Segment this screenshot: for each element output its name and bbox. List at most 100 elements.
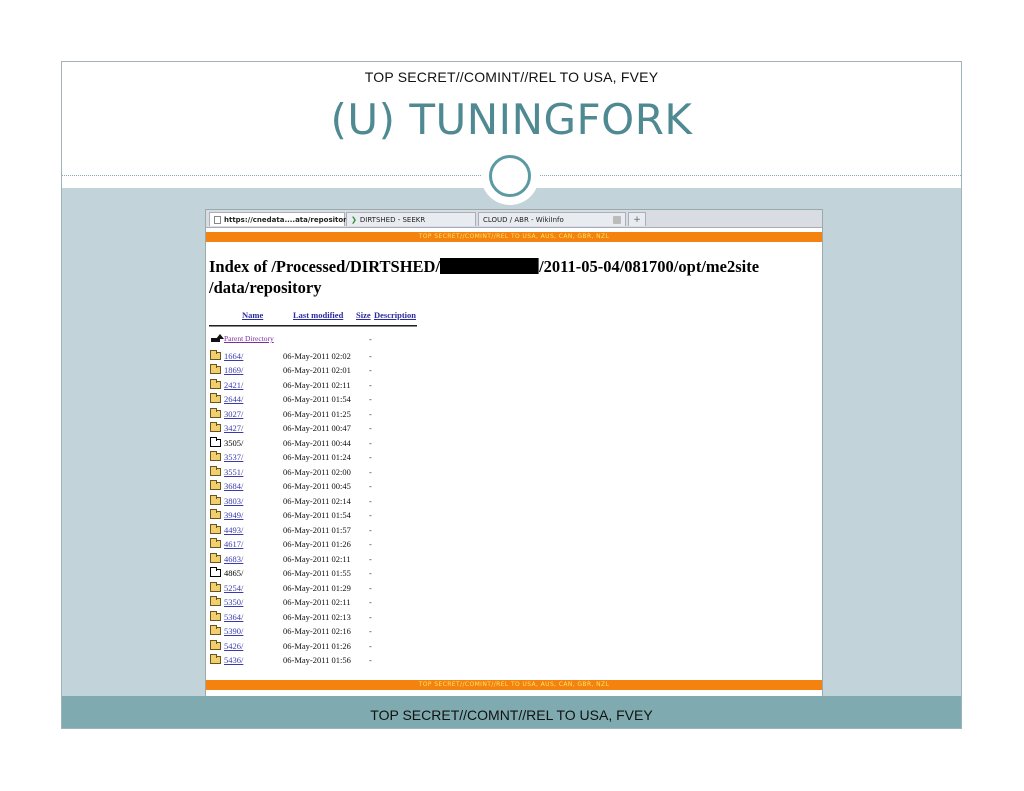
list-item: 3427/06-May-2011 00:47 - bbox=[206, 422, 822, 437]
folder-icon bbox=[210, 639, 221, 650]
heading-part2: /2011-05-04/081700/opt/me2site bbox=[539, 257, 760, 276]
list-item: 3537/06-May-2011 01:24 - bbox=[206, 451, 822, 466]
folder-link[interactable]: 3537/ bbox=[224, 452, 243, 462]
folder-icon bbox=[210, 610, 221, 621]
folder-link[interactable]: 3551/ bbox=[224, 467, 243, 477]
folder-link[interactable]: 2644/ bbox=[224, 394, 243, 404]
folder-icon bbox=[210, 596, 221, 606]
folder-link[interactable]: 3949/ bbox=[224, 510, 243, 520]
column-name[interactable]: Name bbox=[242, 310, 263, 320]
heading-line2: /data/repository bbox=[209, 278, 322, 297]
folder-link[interactable]: 3803/ bbox=[224, 496, 243, 506]
size: - bbox=[369, 597, 372, 607]
folder-link[interactable]: 5364/ bbox=[224, 612, 243, 622]
slide: TOP SECRET//COMINT//REL TO USA, FVEY (U)… bbox=[61, 61, 962, 729]
tab-label: https://cnedata....ata/repository/ bbox=[224, 216, 354, 224]
redaction-bar bbox=[440, 258, 540, 274]
folder-icon bbox=[210, 654, 221, 664]
folder-link[interactable]: 3505/ bbox=[224, 438, 243, 448]
last-modified: 06-May-2011 01:26 bbox=[283, 539, 351, 549]
list-item: 5350/06-May-2011 02:11 - bbox=[206, 596, 822, 611]
tab-cloud[interactable]: CLOUD / ABR - WikiInfo bbox=[478, 212, 626, 226]
list-item: 4683/06-May-2011 02:11 - bbox=[206, 552, 822, 568]
size: - bbox=[369, 408, 372, 419]
column-size[interactable]: Size bbox=[356, 310, 371, 320]
folder-link[interactable]: 5350/ bbox=[224, 597, 243, 607]
new-tab-button[interactable]: + bbox=[628, 212, 646, 226]
folder-icon bbox=[210, 349, 221, 360]
list-item: 2644/06-May-2011 01:54 - bbox=[206, 393, 822, 408]
last-modified: 06-May-2011 01:57 bbox=[283, 524, 351, 535]
folder-icon bbox=[210, 378, 221, 389]
last-modified: 06-May-2011 01:24 bbox=[283, 452, 351, 462]
browser-screenshot: https://cnedata....ata/repository/x ❯DIR… bbox=[205, 209, 823, 697]
last-modified: 06-May-2011 02:11 bbox=[283, 553, 351, 564]
folder-link[interactable]: 4683/ bbox=[224, 554, 243, 564]
folder-link[interactable]: 5254/ bbox=[224, 583, 243, 593]
size: - bbox=[369, 553, 372, 564]
last-modified: 06-May-2011 01:54 bbox=[283, 394, 351, 404]
heading-part1: Index of /Processed/DIRTSHED/ bbox=[209, 257, 441, 276]
list-item: 3684/06-May-2011 00:45 - bbox=[206, 480, 822, 495]
column-description[interactable]: Description bbox=[374, 310, 416, 320]
folder-link[interactable]: 1664/ bbox=[224, 351, 243, 361]
parent-directory-link[interactable]: Parent Directory bbox=[224, 334, 274, 343]
folder-link[interactable]: 5426/ bbox=[224, 641, 243, 651]
folder-link[interactable]: 3027/ bbox=[224, 409, 243, 419]
folder-link[interactable]: 4865/ bbox=[224, 568, 243, 578]
folder-icon bbox=[210, 393, 221, 403]
size: - bbox=[369, 379, 372, 390]
folder-link[interactable]: 5436/ bbox=[224, 655, 243, 665]
folder-icon bbox=[210, 480, 221, 490]
tab-dirtshed[interactable]: ❯ DIRTSHED - SEEKR bbox=[346, 212, 476, 226]
folder-icon bbox=[210, 451, 221, 461]
list-item: 1664/06-May-2011 02:02 - bbox=[206, 349, 822, 365]
size: - bbox=[369, 466, 372, 477]
folder-link[interactable]: 3684/ bbox=[224, 481, 243, 491]
tab-repository[interactable]: https://cnedata....ata/repository/x bbox=[209, 212, 365, 226]
list-item: 3803/06-May-2011 02:14 - bbox=[206, 494, 822, 510]
folder-link[interactable]: 3427/ bbox=[224, 423, 243, 433]
size: - bbox=[369, 640, 372, 651]
last-modified: 06-May-2011 01:29 bbox=[283, 582, 351, 593]
last-modified: 06-May-2011 01:55 bbox=[283, 568, 351, 578]
folder-icon bbox=[210, 364, 221, 374]
column-last-modified[interactable]: Last modified bbox=[293, 310, 343, 320]
size: - bbox=[369, 334, 372, 344]
folder-icon bbox=[210, 422, 221, 432]
last-modified: 06-May-2011 02:00 bbox=[283, 466, 351, 477]
size: - bbox=[369, 350, 372, 361]
classification-bottom: TOP SECRET//COMNT//REL TO USA, FVEY bbox=[62, 696, 961, 728]
folder-link[interactable]: 4617/ bbox=[224, 539, 243, 549]
last-modified: 06-May-2011 02:11 bbox=[283, 379, 351, 390]
last-modified: 06-May-2011 01:25 bbox=[283, 408, 351, 419]
folder-link[interactable]: 1869/ bbox=[224, 365, 243, 375]
folder-icon bbox=[210, 509, 221, 519]
folder-icon bbox=[210, 625, 221, 635]
size: - bbox=[369, 524, 372, 535]
folder-link[interactable]: 2421/ bbox=[224, 380, 243, 390]
parent-directory-row: Parent Directory - bbox=[206, 333, 822, 348]
last-modified: 06-May-2011 00:45 bbox=[283, 481, 351, 491]
folder-icon bbox=[210, 552, 221, 563]
size: - bbox=[369, 481, 372, 491]
classification-banner-top: TOP SECRET//COMINT//REL TO USA, AUS, CAN… bbox=[206, 232, 822, 242]
folder-icon bbox=[210, 494, 221, 505]
close-icon[interactable] bbox=[613, 216, 621, 224]
size: - bbox=[369, 582, 372, 593]
last-modified: 06-May-2011 01:54 bbox=[283, 510, 351, 520]
folder-link[interactable]: 4493/ bbox=[224, 525, 243, 535]
size: - bbox=[369, 452, 372, 462]
page-heading: Index of /Processed/DIRTSHED/ /2011-05-04… bbox=[209, 256, 822, 298]
tab-bar: https://cnedata....ata/repository/x ❯DIR… bbox=[206, 210, 822, 228]
page-icon bbox=[214, 216, 221, 224]
folder-icon bbox=[210, 523, 221, 534]
list-item: 5364/06-May-2011 02:13 - bbox=[206, 610, 822, 626]
folder-link[interactable]: 5390/ bbox=[224, 626, 243, 636]
list-item: 4865/06-May-2011 01:55 - bbox=[206, 567, 822, 582]
parent-directory-icon bbox=[211, 334, 224, 342]
last-modified: 06-May-2011 02:02 bbox=[283, 350, 351, 361]
list-item: 5390/06-May-2011 02:16 - bbox=[206, 625, 822, 640]
last-modified: 06-May-2011 00:47 bbox=[283, 423, 351, 433]
list-item: 2421/06-May-2011 02:11 - bbox=[206, 378, 822, 394]
